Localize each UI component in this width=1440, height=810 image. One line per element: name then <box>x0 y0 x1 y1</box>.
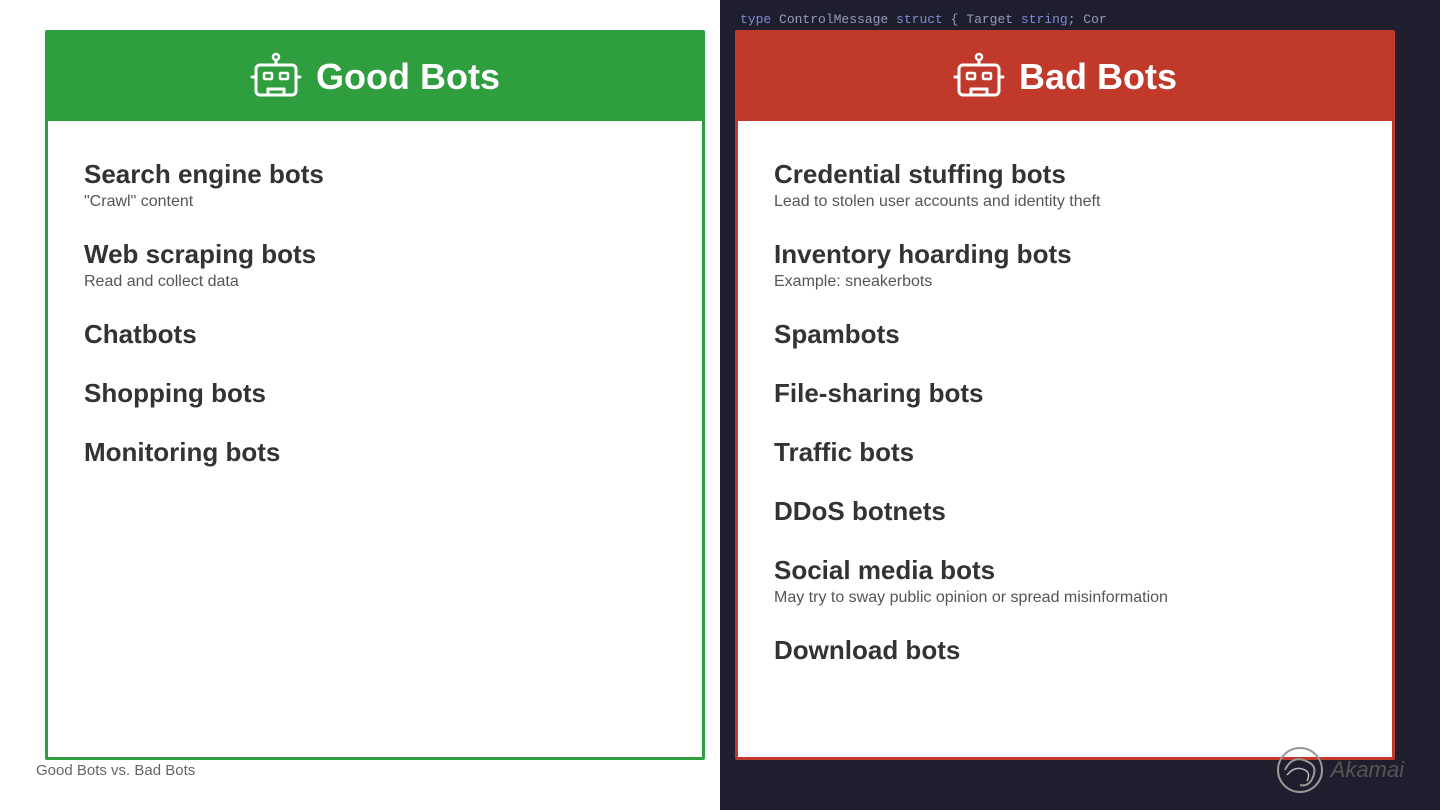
bot-item-title: Chatbots <box>84 319 666 350</box>
bad-bots-body: Credential stuffing bots Lead to stolen u… <box>738 121 1392 704</box>
good-bots-title: Good Bots <box>316 56 500 98</box>
list-item: File-sharing bots <box>774 364 1356 423</box>
akamai-logo: Akamai <box>1275 745 1404 795</box>
main-content: Good Bots Search engine bots "Crawl" cont… <box>0 0 1440 810</box>
bot-item-title: Traffic bots <box>774 437 1356 468</box>
footer: Good Bots vs. Bad Bots Akamai <box>0 745 1440 795</box>
bot-item-subtitle: Read and collect data <box>84 273 666 291</box>
bad-bots-title: Bad Bots <box>1019 56 1177 98</box>
good-bots-body: Search engine bots "Crawl" content Web scr… <box>48 121 702 506</box>
bot-item-subtitle: May try to sway public opinion or spread… <box>774 589 1356 607</box>
bot-item-title: Inventory hoarding bots <box>774 239 1356 270</box>
list-item: Inventory hoarding bots Example: sneakerb… <box>774 225 1356 305</box>
bot-item-title: Download bots <box>774 635 1356 666</box>
bot-item-title: Spambots <box>774 319 1356 350</box>
list-item: Web scraping bots Read and collect data <box>84 225 666 305</box>
list-item: Download bots <box>774 621 1356 680</box>
akamai-brand-name: Akamai <box>1331 757 1404 783</box>
bot-item-title: Monitoring bots <box>84 437 666 468</box>
list-item: Spambots <box>774 305 1356 364</box>
list-item: Traffic bots <box>774 423 1356 482</box>
list-item: Search engine bots "Crawl" content <box>84 145 666 225</box>
good-bots-panel: Good Bots Search engine bots "Crawl" cont… <box>45 30 705 760</box>
bot-item-title: Social media bots <box>774 555 1356 586</box>
list-item: Chatbots <box>84 305 666 364</box>
bot-item-title: File-sharing bots <box>774 378 1356 409</box>
bot-item-subtitle: Lead to stolen user accounts and identit… <box>774 193 1356 211</box>
list-item: Social media bots May try to sway public … <box>774 541 1356 621</box>
good-bots-header: Good Bots <box>48 33 702 121</box>
akamai-logo-icon <box>1275 745 1325 795</box>
bot-item-title: Web scraping bots <box>84 239 666 270</box>
good-bot-icon <box>250 51 302 103</box>
bad-bots-header: Bad Bots <box>738 33 1392 121</box>
list-item: Monitoring bots <box>84 423 666 482</box>
list-item: DDoS botnets <box>774 482 1356 541</box>
bot-item-title: DDoS botnets <box>774 496 1356 527</box>
bot-item-title: Search engine bots <box>84 159 666 190</box>
bot-item-subtitle: Example: sneakerbots <box>774 273 1356 291</box>
list-item: Credential stuffing bots Lead to stolen u… <box>774 145 1356 225</box>
bot-item-title: Credential stuffing bots <box>774 159 1356 190</box>
bot-item-title: Shopping bots <box>84 378 666 409</box>
bad-bots-panel: Bad Bots Credential stuffing bots Lead to… <box>735 30 1395 760</box>
footer-label: Good Bots vs. Bad Bots <box>36 762 195 779</box>
bad-bot-icon <box>953 51 1005 103</box>
bot-item-subtitle: "Crawl" content <box>84 193 666 211</box>
list-item: Shopping bots <box>84 364 666 423</box>
